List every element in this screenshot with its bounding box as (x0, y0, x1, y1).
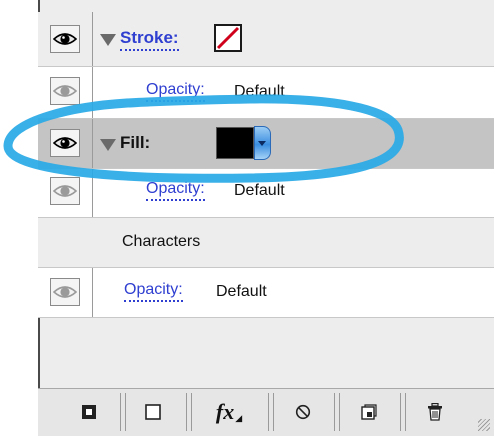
toolbar-separator (334, 393, 340, 431)
delete-item-button[interactable] (424, 397, 446, 427)
appearance-row-fill[interactable]: Fill: (38, 119, 494, 169)
toolbar-separator (268, 393, 274, 431)
eye-cell (38, 169, 93, 217)
opacity-label[interactable]: Opacity: (146, 180, 205, 201)
panel-toolbar: fx ◢ (38, 388, 494, 436)
eye-cell (38, 67, 93, 118)
resize-grip-icon[interactable] (478, 419, 490, 431)
opacity-label[interactable]: Opacity: (146, 81, 205, 102)
clear-appearance-icon (295, 404, 311, 420)
add-new-fill-button[interactable] (142, 397, 164, 427)
eye-icon (53, 85, 77, 97)
appearance-row-fill-opacity[interactable]: Opacity: Default (38, 169, 494, 218)
duplicate-item-button[interactable] (358, 397, 380, 427)
eye-icon (53, 286, 77, 298)
panel-empty-area (38, 318, 494, 388)
chevron-down-icon (258, 141, 266, 146)
eye-icon (53, 137, 77, 149)
swatch-dropdown-button[interactable] (254, 126, 271, 160)
visibility-toggle[interactable] (50, 25, 80, 53)
disclosure-triangle-icon[interactable] (100, 34, 116, 46)
toolbar-separator (120, 393, 126, 431)
eye-icon (53, 33, 77, 45)
duplicate-item-icon (361, 404, 377, 420)
trash-icon (428, 403, 442, 421)
disclosure-triangle-icon[interactable] (100, 139, 116, 151)
fx-icon: fx (215, 399, 235, 424)
add-fill-icon (145, 404, 161, 420)
visibility-toggle[interactable] (50, 129, 80, 157)
appearance-row-characters[interactable]: Characters (38, 218, 494, 268)
visibility-toggle[interactable] (50, 177, 80, 205)
stroke-label[interactable]: Stroke: (120, 28, 179, 51)
toolbar-separator (400, 393, 406, 431)
eye-icon (53, 185, 77, 197)
appearance-panel: Stroke: Opacity: Default Fill: Opacity: … (0, 0, 494, 436)
opacity-value: Default (234, 83, 285, 100)
eye-cell (38, 119, 93, 168)
dropdown-arrow-icon: ◢ (235, 412, 243, 423)
eye-cell (38, 268, 93, 317)
characters-label: Characters (122, 233, 201, 250)
toolbar-separator (186, 393, 192, 431)
opacity-value: Default (216, 283, 267, 300)
appearance-row-stroke-opacity[interactable]: Opacity: Default (38, 67, 494, 119)
add-new-stroke-button[interactable] (78, 397, 100, 427)
clear-appearance-button[interactable] (292, 397, 314, 427)
none-swatch-icon[interactable] (214, 24, 242, 52)
appearance-row-stroke[interactable]: Stroke: (38, 12, 494, 67)
opacity-value: Default (234, 182, 285, 199)
add-new-effect-button[interactable]: fx ◢ (206, 397, 252, 427)
visibility-toggle[interactable] (50, 77, 80, 105)
color-swatch-dropdown[interactable] (216, 126, 273, 160)
opacity-label[interactable]: Opacity: (124, 281, 183, 302)
fill-label[interactable]: Fill: (120, 133, 150, 153)
add-stroke-icon (82, 405, 96, 419)
visibility-toggle[interactable] (50, 278, 80, 306)
eye-cell (38, 12, 93, 66)
fill-color-swatch (216, 127, 254, 159)
appearance-row-characters-opacity[interactable]: Opacity: Default (38, 268, 494, 318)
